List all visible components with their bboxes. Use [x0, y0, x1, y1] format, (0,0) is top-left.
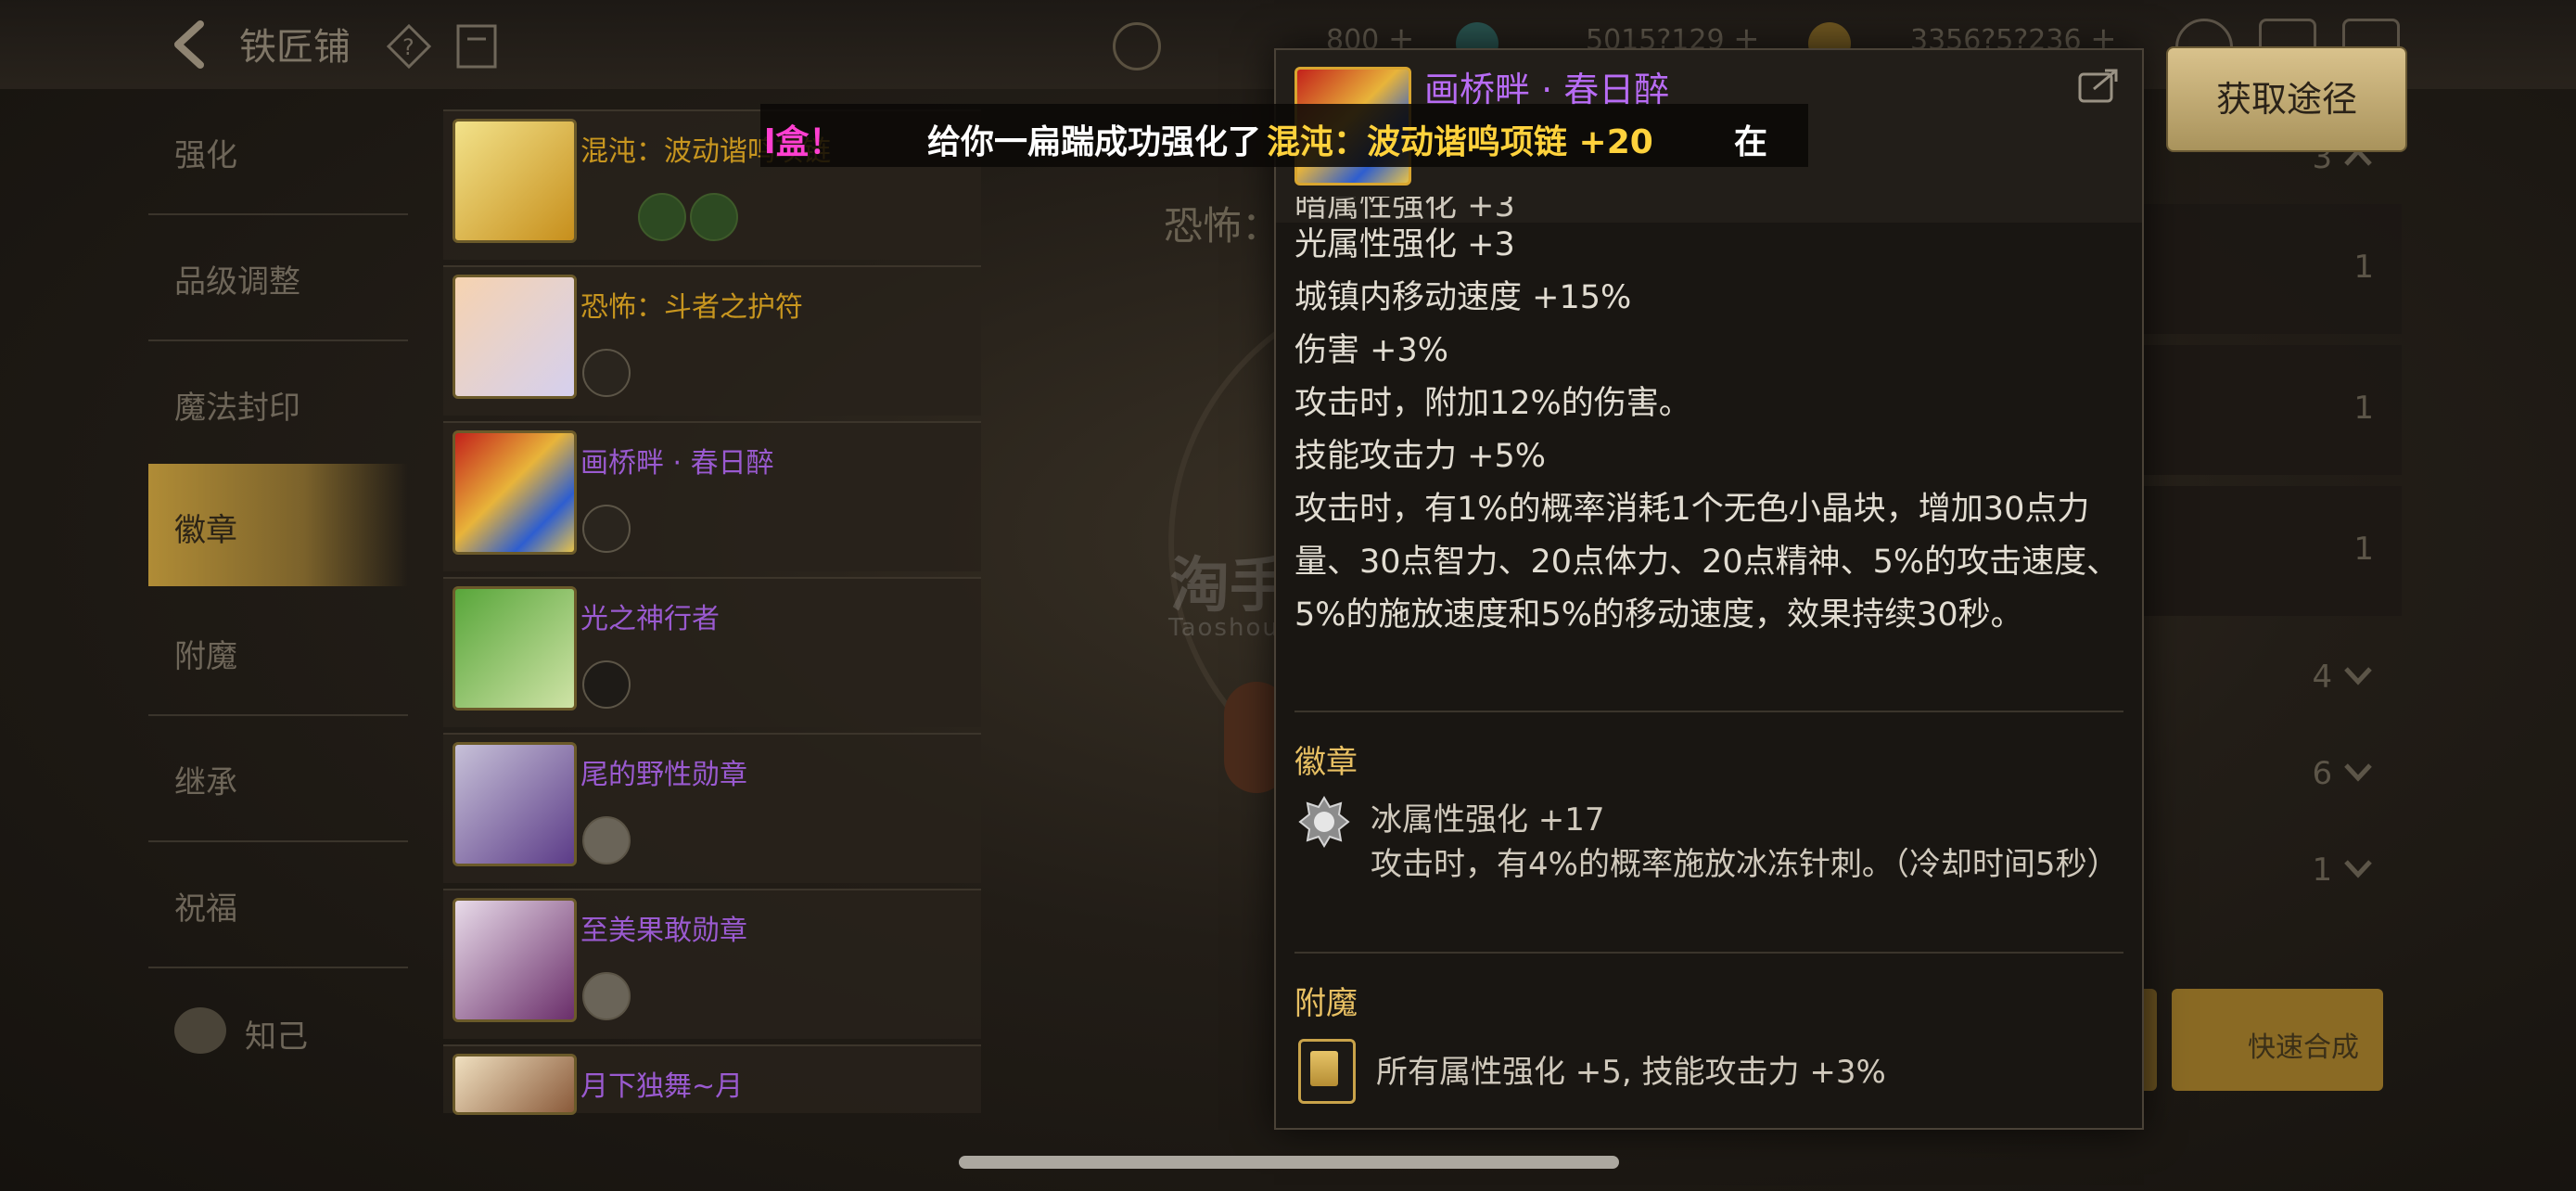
quick-synth-button[interactable]: 快速合成 [2172, 989, 2383, 1091]
divider [148, 967, 408, 968]
item-name: 至美果敢勋章 [580, 915, 747, 947]
list-item[interactable]: 画桥畔 · 春日醉 [443, 421, 981, 571]
stat-line: 伤害 +3% [1294, 332, 1448, 369]
item-thumbnail [453, 430, 577, 555]
coin-icon [1113, 22, 1161, 70]
socket-icon [582, 972, 631, 1020]
stat-paragraph: 攻击时，有1%的概率消耗1个无色小晶块，增加30点力量、30点智力、20点体力、… [1294, 491, 2120, 634]
sidebar-item-enhance[interactable]: 强化 [148, 89, 408, 211]
item-thumbnail [453, 119, 577, 243]
stat-line: 攻击时，附加12%的伤害。 [1294, 385, 1691, 422]
acquire-source-button[interactable]: 获取途径 [2166, 46, 2407, 152]
chevron-down-icon[interactable] [2342, 762, 2374, 784]
list-item[interactable]: 光之神行者 [443, 577, 981, 727]
back-icon[interactable] [165, 19, 217, 70]
sidebar-item-inherit[interactable]: 继承 [148, 716, 408, 839]
list-item[interactable]: 尾的野性勋章 [443, 733, 981, 883]
sidebar-item-label: 徽章 [174, 512, 237, 549]
svg-text:?: ? [402, 34, 414, 60]
marquee-text: 给你一扁踹成功强化了 [927, 123, 1262, 161]
marquee-item-name: 混沌：波动谐鸣项链 +20 [1267, 123, 1653, 161]
stat-line: 光属性强化 +3 [1294, 226, 1515, 263]
pet-icon [174, 1007, 226, 1054]
enchant-card-icon [1298, 1039, 1356, 1104]
list-item[interactable]: 月下独舞~月 [443, 1044, 981, 1115]
sidebar-item-grade-adjust[interactable]: 品级调整 [148, 215, 408, 338]
item-thumbnail [453, 586, 577, 711]
home-indicator[interactable] [959, 1156, 1619, 1169]
list-item[interactable]: 至美果敢勋章 [443, 889, 981, 1039]
count-value: 4 [2312, 659, 2333, 696]
count-value: 1 [2353, 390, 2374, 427]
sidebar-item-label: 知己 [245, 1018, 308, 1056]
empty-socket-icon [582, 505, 631, 553]
selected-item-title: 恐怖： [1164, 203, 1282, 249]
sidebar-item-magic-seal[interactable]: 魔法封印 [148, 341, 408, 464]
sidebar-item-label: 魔法封印 [174, 390, 300, 427]
sidebar-item-bless[interactable]: 祝福 [148, 842, 408, 965]
emblem-section-title: 徽章 [1294, 744, 1358, 781]
sidebar-item-label: 继承 [174, 764, 237, 801]
item-tooltip: 画桥畔 · 春日醉 暗属性强化 +3 光属性强化 +3 城镇内移动速度 +15%… [1274, 48, 2144, 1130]
socket-icon [582, 816, 631, 864]
chevron-down-icon[interactable] [2342, 665, 2374, 687]
socket-icon [690, 193, 738, 241]
empty-socket-icon [582, 660, 631, 709]
item-name: 月下独舞~月 [580, 1070, 744, 1103]
marquee-text: 在下/ [1734, 123, 1768, 161]
item-name: 尾的野性勋章 [580, 759, 747, 791]
share-icon[interactable] [2077, 67, 2120, 104]
chevron-down-icon[interactable] [2342, 858, 2374, 880]
item-name: 光之神行者 [580, 603, 720, 635]
sidebar-item-enchant[interactable]: 附魔 [148, 590, 408, 712]
sidebar-item-emblem[interactable]: 徽章 [148, 464, 408, 586]
enchant-section-title: 附魔 [1294, 985, 1358, 1022]
sidebar-item-label: 品级调整 [174, 263, 300, 301]
stat-line: 城镇内移动速度 +15% [1294, 279, 1632, 316]
divider [1294, 952, 2123, 954]
item-name: 恐怖：斗者之护符 [580, 291, 803, 324]
item-name: 画桥畔 · 春日醉 [580, 447, 774, 480]
count-value: 6 [2312, 755, 2333, 792]
emblem-effect: 攻击时，有4%的概率施放冰冻针刺。（冷却时间5秒） [1371, 846, 2119, 883]
item-thumbnail [453, 1054, 577, 1115]
sidebar-item-label: 附魔 [174, 638, 237, 675]
count-value: 1 [2312, 852, 2333, 889]
divider [1294, 711, 2123, 712]
stat-line: 暗属性强化 +3 [1294, 197, 1515, 219]
list-item[interactable]: 恐怖：斗者之护符 [443, 265, 981, 416]
count-value: 1 [2353, 531, 2374, 568]
empty-socket-icon [582, 349, 631, 397]
sidebar-item-label: 祝福 [174, 890, 237, 928]
sidebar-item-label: 强化 [174, 137, 237, 174]
button-label: 快速合成 [2248, 1031, 2359, 1064]
enchant-stat: 所有属性强化 +5, 技能攻击力 +3% [1376, 1054, 1886, 1091]
page-title: 铁匠铺 [239, 26, 351, 69]
sidebar-item-confidant[interactable]: 知己 [148, 970, 408, 1093]
stat-line: 技能攻击力 +5% [1294, 438, 1546, 475]
emblem-icon [1298, 796, 1350, 848]
item-thumbnail [453, 898, 577, 1022]
item-thumbnail [453, 275, 577, 399]
tooltip-stats: 暗属性强化 +3 光属性强化 +3 城镇内移动速度 +15% 伤害 +3% 攻击… [1294, 197, 2129, 642]
emblem-stat: 冰属性强化 +17 [1371, 801, 1605, 839]
book-icon[interactable] [454, 22, 499, 70]
broadcast-marquee: l盒！ 给你一扁踹成功强化了 混沌：波动谐鸣项链 +20 在下/ [760, 104, 1808, 167]
help-icon[interactable]: ? [385, 22, 433, 70]
item-thumbnail [453, 742, 577, 866]
marquee-text: l盒！ [764, 123, 843, 161]
socket-icon [638, 193, 686, 241]
count-value: 1 [2353, 249, 2374, 286]
